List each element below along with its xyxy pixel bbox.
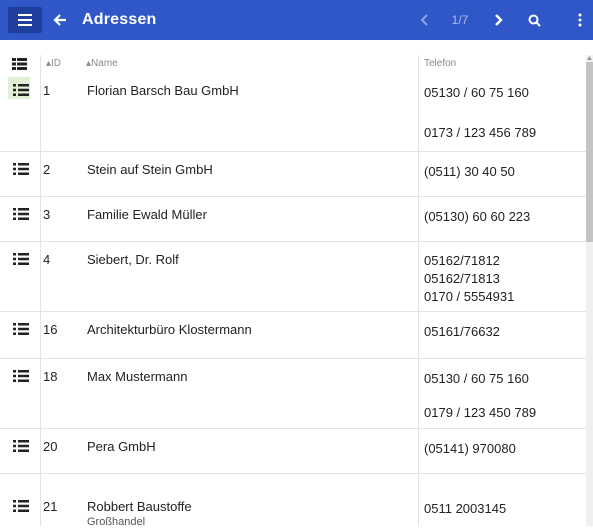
cell-name: Max Mustermann	[87, 369, 188, 384]
column-header-name-label: Name	[91, 58, 118, 69]
phone-line: (0511) 30 40 50	[424, 164, 515, 179]
phone-line: (05130) 60 60 223	[424, 209, 531, 224]
table-row[interactable]: 18 Max Mustermann 05130 / 60 75 160 0179…	[0, 359, 586, 429]
address-table: 1 Florian Barsch Bau GmbH 05130 / 60 75 …	[0, 73, 586, 532]
cell-name: Architekturbüro Klostermann	[87, 322, 252, 337]
cell-phone: (0511) 30 40 50	[424, 162, 515, 182]
phone-line: 05130 / 60 75 160	[424, 371, 529, 386]
cell-name: Pera GmbH	[87, 439, 156, 454]
chevron-right-icon	[495, 14, 503, 26]
cell-phone: (05141) 970080	[424, 439, 516, 459]
cell-id: 21	[43, 499, 58, 514]
column-header-row: ▴ID ▴Name Telefon	[0, 55, 586, 73]
table-row[interactable]: 4 Siebert, Dr. Rolf 05162/71812 05162/71…	[0, 242, 586, 312]
phone-line: 05162/71813	[424, 271, 500, 286]
phone-line: 05130 / 60 75 160	[424, 85, 529, 100]
back-button[interactable]	[48, 8, 72, 32]
app-bar: Adressen 1/7	[0, 0, 593, 40]
cell-name: Florian Barsch Bau GmbH	[87, 83, 239, 98]
hamburger-menu-icon	[18, 14, 32, 26]
phone-line: 0179 / 123 450 789	[424, 405, 537, 420]
cell-id: 4	[43, 252, 51, 267]
phone-line: 0170 / 5554931	[424, 289, 515, 304]
page-indicator: 1/7	[451, 13, 469, 27]
search-icon	[528, 14, 541, 27]
table-row[interactable]: 21 Robbert Baustoffe Großhandel 0511 200…	[0, 474, 586, 532]
cell-id: 18	[43, 369, 58, 384]
cell-phone: 0511 2003145	[424, 499, 506, 519]
phone-line: 05162/71812	[424, 253, 500, 268]
previous-page-button[interactable]	[410, 0, 440, 40]
search-button[interactable]	[516, 0, 552, 40]
cell-name: Siebert, Dr. Rolf	[87, 252, 179, 267]
view-toggle-button[interactable]	[12, 55, 30, 73]
cell-name-subtitle: Großhandel	[87, 516, 146, 528]
cell-name: Familie Ewald Müller	[87, 207, 207, 222]
cell-phone: 05130 / 60 75 160 0179 / 123 450 789	[424, 369, 536, 423]
row-menu-icon[interactable]	[13, 84, 29, 96]
row-menu-icon[interactable]	[13, 163, 29, 175]
column-header-name[interactable]: ▴Name	[86, 58, 118, 69]
scrollbar-thumb[interactable]	[586, 62, 593, 242]
row-menu-icon[interactable]	[13, 370, 29, 382]
menu-button[interactable]	[8, 7, 42, 33]
grid-list-icon	[12, 58, 27, 70]
pager: 1/7	[410, 0, 552, 40]
table-row[interactable]: 1 Florian Barsch Bau GmbH 05130 / 60 75 …	[0, 73, 586, 152]
table-row[interactable]: 20 Pera GmbH (05141) 970080	[0, 429, 586, 474]
cell-id: 20	[43, 439, 58, 454]
table-row[interactable]: 2 Stein auf Stein GmbH (0511) 30 40 50	[0, 152, 586, 197]
column-header-id-label: ID	[51, 58, 62, 69]
chevron-left-icon	[420, 14, 428, 26]
row-menu-icon[interactable]	[13, 253, 29, 265]
cell-id: 3	[43, 207, 51, 222]
column-header-id[interactable]: ▴ID	[46, 58, 61, 69]
next-page-button[interactable]	[480, 0, 516, 40]
cell-phone: 05130 / 60 75 160 0173 / 123 456 789	[424, 83, 536, 143]
arrow-left-icon	[53, 14, 66, 26]
scroll-up-arrow-icon[interactable]	[587, 55, 592, 61]
cell-phone: 05162/71812 05162/71813 0170 / 5554931	[424, 252, 514, 306]
row-menu-icon[interactable]	[13, 440, 29, 452]
phone-line: 0173 / 123 456 789	[424, 125, 537, 140]
table-row[interactable]: 16 Architekturbüro Klostermann 05161/766…	[0, 312, 586, 359]
phone-line: (05141) 970080	[424, 441, 516, 456]
row-menu-icon[interactable]	[13, 208, 29, 220]
phone-line: 05161/76632	[424, 324, 500, 339]
cell-id: 16	[43, 322, 58, 337]
phone-line	[424, 103, 536, 123]
cell-id: 1	[43, 83, 51, 98]
cell-phone: (05130) 60 60 223	[424, 207, 530, 227]
row-menu-icon[interactable]	[13, 323, 29, 335]
cell-id: 2	[43, 162, 51, 177]
phone-line: 0511 2003145	[424, 501, 507, 516]
cell-name: Stein auf Stein GmbH	[87, 162, 213, 177]
more-vertical-icon	[578, 13, 582, 27]
table-row[interactable]: 3 Familie Ewald Müller (05130) 60 60 223	[0, 197, 586, 242]
row-menu-icon[interactable]	[13, 500, 29, 512]
cell-name: Robbert Baustoffe	[87, 499, 192, 514]
more-options-button[interactable]	[570, 8, 590, 32]
cell-phone: 05161/76632	[424, 322, 500, 342]
column-header-phone[interactable]: Telefon	[424, 58, 456, 69]
phone-line	[424, 389, 536, 403]
page-title: Adressen	[82, 11, 157, 28]
